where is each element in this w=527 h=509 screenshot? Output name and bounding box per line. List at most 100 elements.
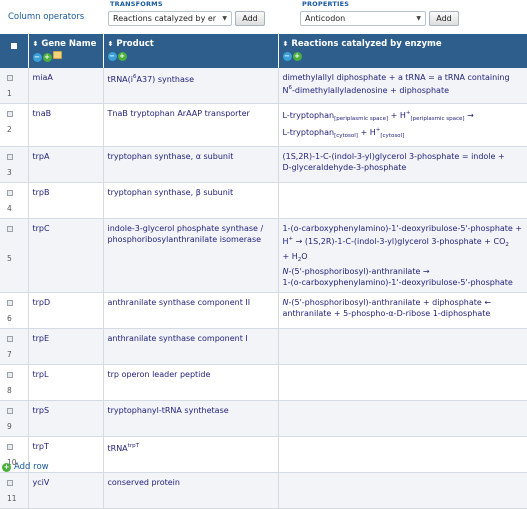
row-number: 9 (7, 422, 12, 431)
transforms-label: TRANSFORMS (110, 0, 163, 8)
gene-link[interactable]: trpD (33, 298, 51, 307)
row-number: 8 (7, 386, 12, 395)
product-cell[interactable]: trp operon leader peptide (103, 364, 279, 401)
chevron-down-icon: ▼ (416, 15, 421, 22)
gene-name-header-label: Gene Name (41, 39, 97, 49)
table-row: 10 trpT tRNAtrpT (0, 436, 527, 473)
reaction-cell (278, 436, 527, 473)
table-icon[interactable] (52, 51, 62, 59)
table-row: 7 trpE anthranilate synthase component I (0, 328, 527, 365)
gene-link[interactable]: trpL (33, 370, 49, 379)
gene-link[interactable]: trpS (33, 406, 50, 415)
select-all-checkbox[interactable] (10, 43, 17, 49)
table-row: 3 trpA tryptophan synthase, α subunit (1… (0, 146, 527, 183)
reaction-cell (278, 400, 527, 437)
sort-icon[interactable]: ⬍ (108, 40, 114, 48)
reaction-cell (278, 364, 527, 401)
row-number: 1 (7, 89, 12, 98)
gene-link[interactable]: trpT (33, 442, 49, 451)
row-number: 4 (7, 204, 12, 213)
row-checkbox[interactable] (7, 154, 13, 160)
product-cell[interactable]: indole-3-glycerol phosphate synthase / ph… (103, 218, 279, 293)
product-cell[interactable]: TnaB tryptophan ArAAP transporter (103, 103, 279, 147)
select-all-header[interactable] (0, 34, 29, 68)
properties-select-value: Anticodon (305, 14, 346, 23)
remove-column-icon[interactable]: − (282, 52, 292, 61)
row-number: 7 (7, 350, 12, 359)
table-row: 2 tnaB TnaB tryptophan ArAAP transporter… (0, 103, 527, 147)
row-number: 3 (7, 168, 12, 177)
table-row: 8 trpL trp operon leader peptide (0, 364, 527, 401)
chevron-down-icon: ▼ (222, 15, 227, 22)
product-header[interactable]: ⬍ Product − + (103, 34, 279, 68)
table-row: 6 trpD anthranilate synthase component I… (0, 292, 527, 329)
reaction-cell[interactable]: dimethylallyl diphosphate + a tRNA = a t… (278, 68, 527, 104)
product-cell[interactable]: tryptophan synthase, β subunit (103, 182, 279, 219)
remove-column-icon[interactable]: − (32, 53, 42, 62)
table-row: 11 yciV conserved protein (0, 472, 527, 509)
row-checkbox[interactable] (7, 190, 13, 196)
gene-link[interactable]: tnaB (33, 109, 52, 118)
row-number: 5 (7, 254, 12, 263)
table-row: 4 trpB tryptophan synthase, β subunit (0, 182, 527, 219)
properties-select[interactable]: Anticodon ▼ (300, 11, 426, 26)
product-cell[interactable]: tRNAtrpT (103, 436, 279, 473)
product-cell[interactable]: tryptophanyl-tRNA synthetase (103, 400, 279, 437)
add-column-icon[interactable]: + (292, 52, 302, 61)
reaction-cell[interactable]: (1S,2R)-1-C-(indol-3-yl)glycerol 3-phosp… (278, 146, 527, 183)
row-checkbox[interactable] (7, 111, 13, 117)
row-checkbox[interactable] (7, 372, 13, 378)
row-checkbox[interactable] (7, 480, 13, 486)
row-checkbox[interactable] (7, 444, 13, 450)
transforms-add-button[interactable]: Add (235, 11, 265, 26)
sort-icon[interactable]: ⬍ (33, 40, 39, 48)
row-checkbox[interactable] (7, 408, 13, 414)
gene-link[interactable]: trpB (33, 188, 50, 197)
table-row: 9 trpS tryptophanyl-tRNA synthetase (0, 400, 527, 437)
row-checkbox[interactable] (7, 336, 13, 342)
gene-link[interactable]: trpE (33, 334, 50, 343)
row-number: 6 (7, 314, 12, 323)
row-checkbox[interactable] (7, 300, 13, 306)
product-cell[interactable]: anthranilate synthase component II (103, 292, 279, 329)
transforms-select-value: Reactions catalyzed by er (113, 14, 217, 23)
gene-link[interactable]: trpC (33, 224, 50, 233)
add-row-label: Add row (14, 462, 49, 472)
add-column-icon[interactable]: + (117, 52, 127, 61)
add-column-icon[interactable]: + (42, 53, 52, 62)
row-checkbox[interactable] (7, 75, 13, 81)
remove-column-icon[interactable]: − (107, 52, 117, 61)
sort-icon[interactable]: ⬍ (283, 40, 289, 48)
transforms-select[interactable]: Reactions catalyzed by er ▼ (108, 11, 232, 26)
product-cell[interactable]: tRNA(i6A37) synthase (103, 68, 279, 104)
reactions-header-label: Reactions catalyzed by enzyme (291, 39, 442, 49)
reaction-cell (278, 182, 527, 219)
row-number: 2 (7, 125, 12, 134)
product-cell[interactable]: conserved protein (103, 472, 279, 509)
results-table: ⬍ Gene Name − + ⬍ Product − + ⬍ Reactions cat… (0, 34, 527, 509)
row-checkbox[interactable] (7, 226, 13, 232)
table-header-row: ⬍ Gene Name − + ⬍ Product − + ⬍ Reactions cat… (0, 34, 527, 68)
product-header-label: Product (116, 39, 154, 49)
reaction-cell[interactable]: N-(5'-phosphoribosyl)-anthranilate + dip… (278, 292, 527, 329)
column-operators-bar: Column operators TRANSFORMS Reactions ca… (0, 0, 527, 30)
reaction-cell (278, 328, 527, 365)
gene-link[interactable]: yciV (33, 478, 50, 487)
gene-link[interactable]: miaA (33, 73, 53, 82)
product-cell[interactable]: tryptophan synthase, α subunit (103, 146, 279, 183)
add-icon: + (2, 463, 11, 472)
product-cell[interactable]: anthranilate synthase component I (103, 328, 279, 365)
reaction-cell[interactable]: 1-(o-carboxyphenylamino)-1'-deoxyribulos… (278, 218, 527, 293)
gene-link[interactable]: trpA (33, 152, 50, 161)
reactions-header[interactable]: ⬍ Reactions catalyzed by enzyme − + (278, 34, 527, 68)
table-row: 5 trpC indole-3-glycerol phosphate synth… (0, 218, 527, 293)
reaction-cell[interactable]: L-tryptophan[periplasmic space] + H+[per… (278, 103, 527, 147)
properties-add-button[interactable]: Add (429, 11, 459, 26)
add-row-button[interactable]: + Add row (2, 462, 49, 472)
gene-name-header[interactable]: ⬍ Gene Name − + (28, 34, 104, 68)
reaction-cell (278, 472, 527, 509)
table-row: 1 miaA tRNA(i6A37) synthase dimethylally… (0, 68, 527, 104)
column-operators-label: Column operators (8, 12, 85, 22)
row-number: 11 (7, 494, 17, 503)
properties-label: PROPERTIES (302, 0, 350, 8)
